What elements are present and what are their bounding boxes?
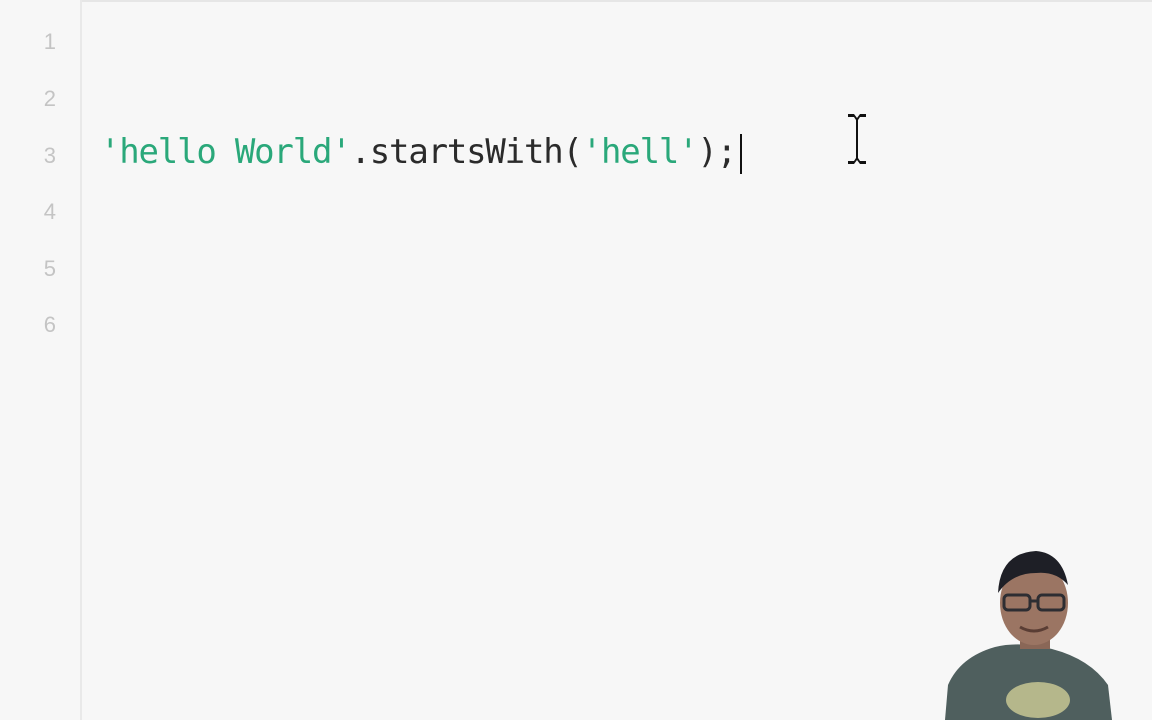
line-number-4: 4 [43,199,56,224]
line-number-gutter: 1 2 3 4 5 6 [0,0,82,720]
line-number-2: 2 [43,86,56,111]
string-literal-hell: 'hell' [581,132,699,172]
code-editor[interactable]: 1 2 3 4 5 6 'hello World'.startsWith('he… [0,0,1152,720]
code-line-3[interactable]: 'hello World'.startsWith('hell'); [100,130,742,174]
method-call-starts-with: .startsWith( [350,132,583,172]
line-number-1: 1 [43,29,56,54]
text-caret [739,133,742,174]
line-number-3: 3 [43,143,56,168]
string-literal-hello-world: 'hello World' [100,132,352,172]
text-cursor-ibeam-icon [848,114,866,164]
statement-terminator: ); [697,132,737,172]
line-number-6: 6 [43,312,56,337]
presenter-webcam-overlay [945,551,1112,720]
line-number-5: 5 [43,256,56,281]
